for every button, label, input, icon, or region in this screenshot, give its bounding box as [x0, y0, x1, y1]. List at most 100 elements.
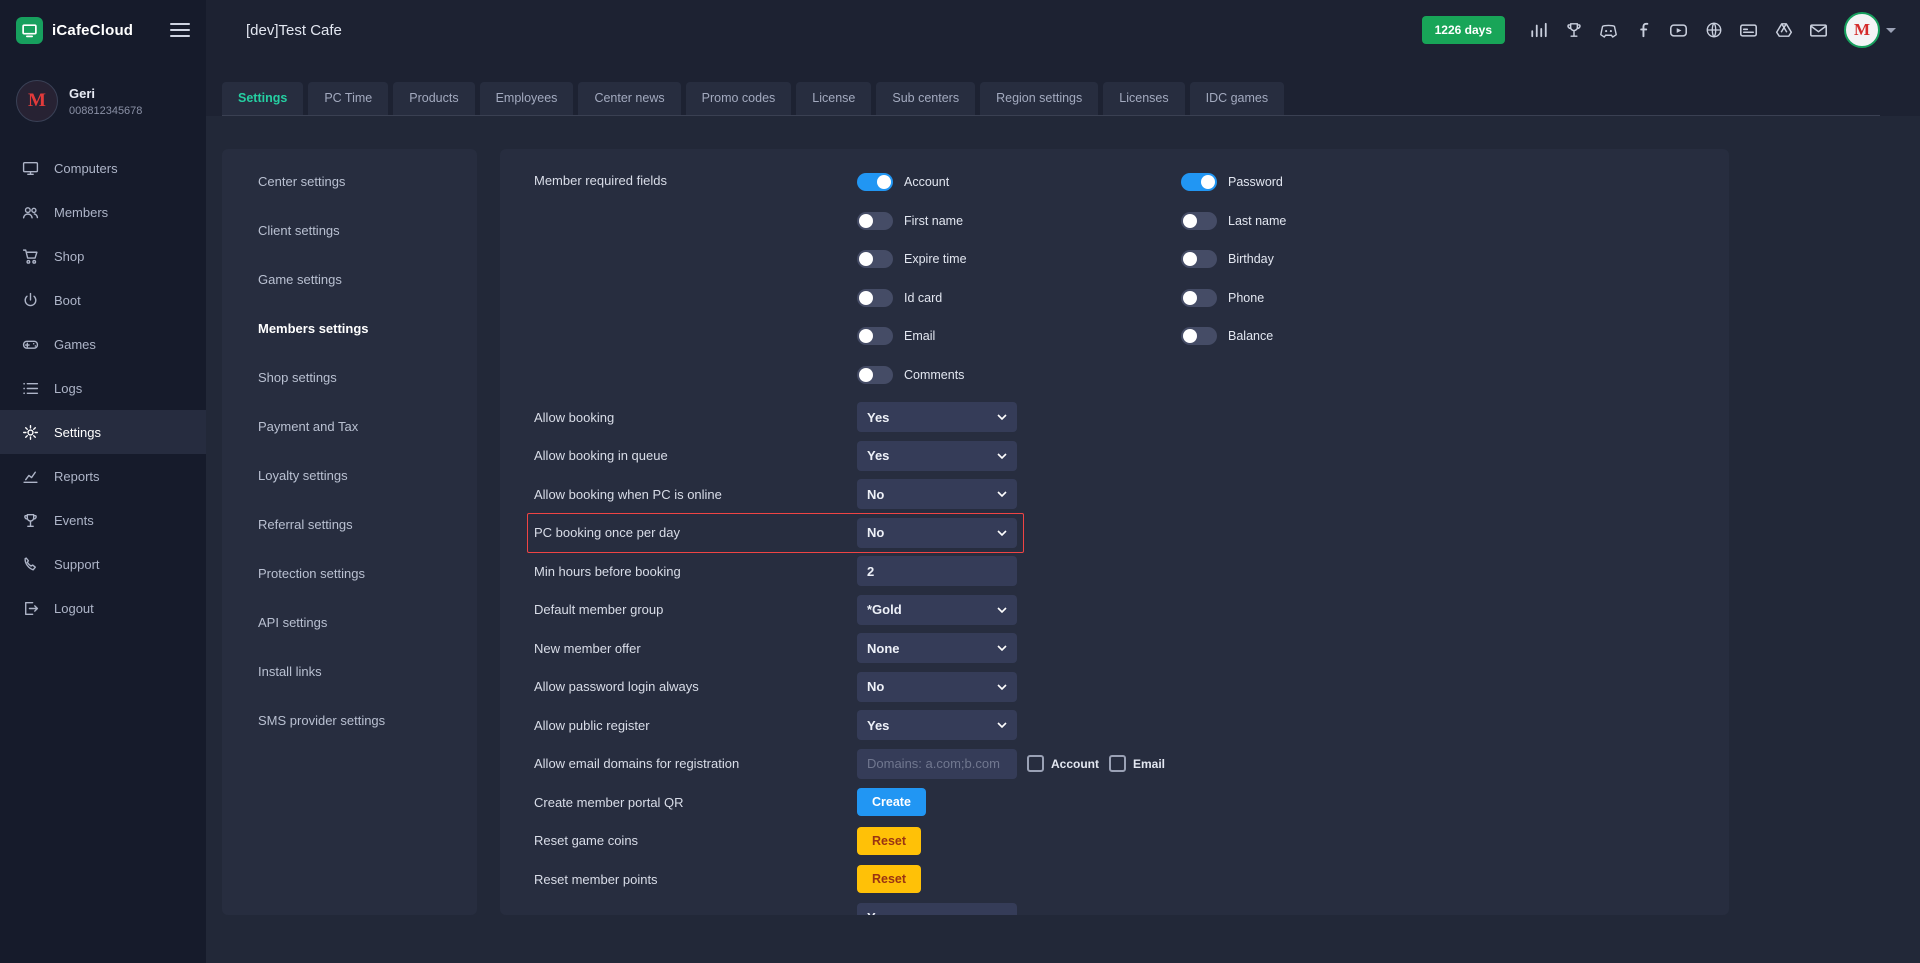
sidebar-item-boot[interactable]: Boot: [0, 278, 206, 322]
sidebar-item-label: Computers: [54, 161, 118, 176]
tab-settings[interactable]: Settings: [222, 82, 303, 115]
toggle-switch[interactable]: [1181, 327, 1217, 345]
settings-nav-game[interactable]: Game settings: [222, 255, 477, 304]
settings-nav-members[interactable]: Members settings: [222, 304, 477, 353]
create-qr-button[interactable]: Create: [857, 788, 926, 816]
min-hours-before-booking-input[interactable]: [857, 556, 1017, 586]
toggle-switch[interactable]: [857, 212, 893, 230]
toggle-switch[interactable]: [1181, 250, 1217, 268]
account-checkbox[interactable]: [1027, 755, 1044, 772]
settings-nav-center[interactable]: Center settings: [222, 157, 477, 206]
tab-idc-games[interactable]: IDC games: [1190, 82, 1285, 115]
sidebar-item-settings[interactable]: Settings: [0, 410, 206, 454]
monitor-icon: [22, 160, 39, 177]
sidebar-item-label: Members: [54, 205, 108, 220]
email-domains-input[interactable]: [857, 749, 1017, 779]
toggle-password[interactable]: Password: [1181, 173, 1505, 191]
chevron-down-icon: [997, 530, 1007, 536]
tab-pc-time[interactable]: PC Time: [308, 82, 388, 115]
sidebar-item-reports[interactable]: Reports: [0, 454, 206, 498]
toggle-first-name[interactable]: First name: [857, 212, 1181, 230]
settings-nav-api[interactable]: API settings: [222, 598, 477, 647]
partial-select[interactable]: Yes: [857, 903, 1017, 915]
sidebar-item-label: Events: [54, 513, 94, 528]
row-allow-booking-pc-online: Allow booking when PC is online No: [534, 475, 1699, 514]
settings-nav-sms-provider[interactable]: SMS provider settings: [222, 696, 477, 745]
chart-icon: [22, 468, 39, 485]
toggle-id-card[interactable]: Id card: [857, 289, 1181, 307]
tab-center-news[interactable]: Center news: [578, 82, 680, 115]
tab-license[interactable]: License: [796, 82, 871, 115]
settings-nav-protection[interactable]: Protection settings: [222, 549, 477, 598]
settings-nav-payment-tax[interactable]: Payment and Tax: [222, 402, 477, 451]
sidebar-item-logout[interactable]: Logout: [0, 586, 206, 630]
toggle-switch[interactable]: [857, 173, 893, 191]
chevron-down-icon: [997, 645, 1007, 651]
toggle-switch[interactable]: [857, 289, 893, 307]
trophy-icon[interactable]: [1563, 20, 1584, 41]
settings-nav-client[interactable]: Client settings: [222, 206, 477, 255]
chevron-down-icon: [997, 453, 1007, 459]
icafecloud-logo-icon: [16, 17, 43, 44]
sidebar-item-events[interactable]: Events: [0, 498, 206, 542]
menu-toggle-icon[interactable]: [170, 23, 190, 37]
allow-booking-in-queue-select[interactable]: Yes: [857, 441, 1017, 471]
toggle-comments[interactable]: Comments: [857, 366, 1181, 384]
sidebar-item-shop[interactable]: Shop: [0, 234, 206, 278]
settings-nav-shop[interactable]: Shop settings: [222, 353, 477, 402]
allow-booking-select[interactable]: Yes: [857, 402, 1017, 432]
settings-nav-install-links[interactable]: Install links: [222, 647, 477, 696]
settings-nav-referral[interactable]: Referral settings: [222, 500, 477, 549]
new-member-offer-select[interactable]: None: [857, 633, 1017, 663]
toggle-last-name[interactable]: Last name: [1181, 212, 1505, 230]
tab-products[interactable]: Products: [393, 82, 474, 115]
sidebar-item-members[interactable]: Members: [0, 190, 206, 234]
stats-icon[interactable]: [1528, 20, 1549, 41]
tab-region-settings[interactable]: Region settings: [980, 82, 1098, 115]
sidebar-item-support[interactable]: Support: [0, 542, 206, 586]
sidebar-item-logs[interactable]: Logs: [0, 366, 206, 410]
reset-game-coins-button[interactable]: Reset: [857, 827, 921, 855]
user-block[interactable]: M Geri 008812345678: [0, 60, 206, 146]
sidebar-item-games[interactable]: Games: [0, 322, 206, 366]
avatar[interactable]: M: [1844, 12, 1880, 48]
license-days-badge[interactable]: 1226 days: [1422, 16, 1505, 44]
drive-icon[interactable]: [1773, 20, 1794, 41]
profile-menu[interactable]: M: [1844, 12, 1896, 48]
sidebar-item-computers[interactable]: Computers: [0, 146, 206, 190]
toggle-switch[interactable]: [857, 327, 893, 345]
allow-booking-pc-online-select[interactable]: No: [857, 479, 1017, 509]
toggle-balance[interactable]: Balance: [1181, 327, 1505, 345]
user-id: 008812345678: [69, 105, 142, 117]
sidebar-item-label: Reports: [54, 469, 100, 484]
brand-link[interactable]: iCafeCloud: [16, 17, 133, 44]
settings-nav-loyalty[interactable]: Loyalty settings: [222, 451, 477, 500]
discord-icon[interactable]: [1598, 20, 1619, 41]
toggle-expire-time[interactable]: Expire time: [857, 250, 1181, 268]
globe-icon[interactable]: [1703, 20, 1724, 41]
youtube-icon[interactable]: [1668, 20, 1689, 41]
toggle-phone[interactable]: Phone: [1181, 289, 1505, 307]
default-member-group-select[interactable]: *Gold: [857, 595, 1017, 625]
tab-licenses[interactable]: Licenses: [1103, 82, 1184, 115]
toggle-switch[interactable]: [857, 250, 893, 268]
toggle-switch[interactable]: [1181, 289, 1217, 307]
toggle-switch[interactable]: [1181, 212, 1217, 230]
toggle-birthday[interactable]: Birthday: [1181, 250, 1505, 268]
toggle-switch[interactable]: [1181, 173, 1217, 191]
topbar: iCafeCloud [dev]Test Cafe 1226 days: [0, 0, 1920, 60]
toggle-email[interactable]: Email: [857, 327, 1181, 345]
tab-employees[interactable]: Employees: [480, 82, 574, 115]
facebook-icon[interactable]: [1633, 20, 1654, 41]
toggle-account[interactable]: Account: [857, 173, 1181, 191]
email-checkbox[interactable]: [1109, 755, 1126, 772]
toggle-switch[interactable]: [857, 366, 893, 384]
tab-sub-centers[interactable]: Sub centers: [876, 82, 975, 115]
tab-promo-codes[interactable]: Promo codes: [686, 82, 792, 115]
reset-member-points-button[interactable]: Reset: [857, 865, 921, 893]
pc-booking-once-per-day-select[interactable]: No: [857, 518, 1017, 548]
mail-icon[interactable]: [1808, 20, 1829, 41]
allow-public-register-select[interactable]: Yes: [857, 710, 1017, 740]
allow-password-login-always-select[interactable]: No: [857, 672, 1017, 702]
id-card-icon[interactable]: [1738, 20, 1759, 41]
